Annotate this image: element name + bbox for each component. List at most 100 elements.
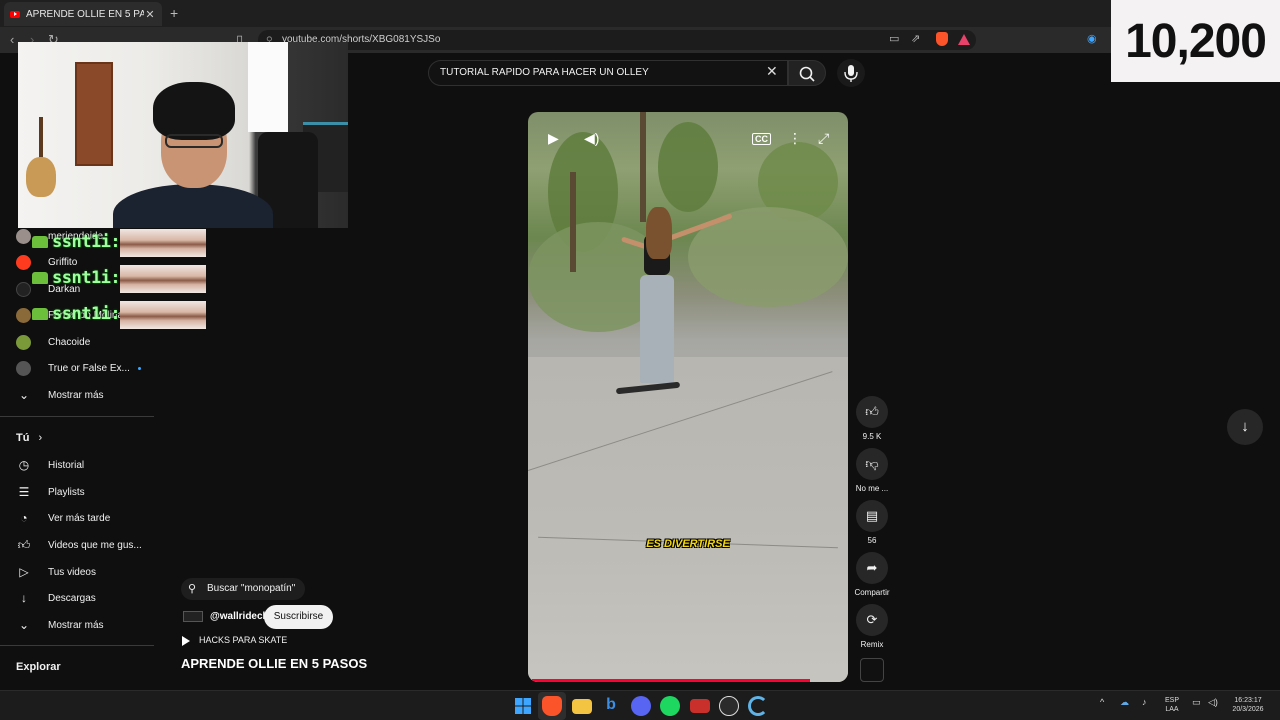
brave-rewards-icon[interactable] — [958, 34, 970, 45]
related-search-chip[interactable]: ⚲ Buscar "monopatín" — [181, 578, 306, 600]
new-tab-button[interactable]: + — [170, 5, 178, 21]
remix-label: Remix — [860, 640, 884, 649]
channel-avatar — [16, 334, 31, 350]
video-progress-bar[interactable] — [532, 679, 810, 682]
youtube-favicon-icon — [10, 10, 20, 18]
channel-avatar — [16, 281, 31, 297]
extension-icon[interactable]: ◉ — [1087, 32, 1097, 45]
play-icon[interactable]: ▶ — [548, 130, 559, 147]
short-video-player[interactable]: ▶ ◀︎) CC ⋮ ⤢ ES DIVERTIRSE — [528, 112, 848, 682]
chat-username: ssnt1i: — [52, 232, 121, 252]
next-short-button[interactable]: ↓ — [1227, 409, 1263, 445]
clear-search-icon[interactable]: ✕ — [766, 63, 778, 80]
sidebar-item-downloads[interactable]: ↓ Descargas — [0, 585, 155, 611]
share-icon: ➦ — [866, 560, 878, 575]
sidebar-item-label: Historial — [48, 459, 85, 471]
sidebar-item-your-videos[interactable]: ▷ Tus videos — [0, 559, 155, 585]
subscription-item[interactable]: Chacoide — [0, 329, 155, 355]
webcam-door — [75, 62, 113, 166]
sidebar-item-watch-later[interactable]: ◔ Ver más tarde — [0, 505, 155, 531]
sound-thumbnail[interactable] — [860, 658, 884, 682]
share-label: Compartir — [854, 588, 890, 597]
language-indicator[interactable]: ESP LAA — [1160, 696, 1184, 714]
voice-search-button[interactable] — [837, 59, 865, 87]
chat-message: ssnt1i: — [32, 300, 121, 328]
streamer — [113, 82, 273, 228]
browser-tab-active[interactable]: APRENDE OLLIE EN 5 PASOS - Y ✕ — [4, 2, 162, 26]
start-button[interactable] — [513, 696, 533, 716]
share-page-icon[interactable]: ⇗ — [911, 32, 920, 45]
you-section-heading[interactable]: Tú › — [16, 432, 42, 444]
search-button[interactable] — [788, 60, 826, 86]
tab-close-icon[interactable]: ✕ — [144, 8, 156, 21]
chat-message: ssnt1i: — [32, 228, 121, 256]
liked-videos-icon: 👍︎ — [17, 537, 31, 552]
chat-emote-image — [120, 301, 206, 329]
sidebar-item-playlists[interactable]: ☰ Playlists — [0, 479, 155, 505]
back-icon[interactable]: ‹ — [10, 32, 14, 47]
sidebar-item-history[interactable]: ◷ Historial — [0, 452, 155, 478]
new-content-dot — [137, 366, 141, 370]
speaker-icon[interactable]: ◁) — [1208, 697, 1218, 708]
chat-username: ssnt1i: — [52, 304, 121, 324]
like-button[interactable]: 👍︎ — [856, 396, 888, 428]
channel-name[interactable]: @wallridecl — [210, 611, 265, 622]
windows-logo-icon — [515, 698, 531, 714]
comments-button[interactable]: ▤ — [856, 500, 888, 532]
obs-icon[interactable] — [719, 696, 739, 716]
captions-icon[interactable]: CC — [752, 133, 771, 145]
fullscreen-icon[interactable]: ⤢ — [818, 130, 829, 147]
playlist-link[interactable]: HACKS PARA SKATE — [182, 635, 287, 646]
address-bar[interactable]: ⚲ youtube.com/shorts/XBG081YSJSo — [258, 30, 976, 50]
microphone-icon — [844, 65, 858, 82]
channel-avatar — [16, 254, 31, 270]
subscribe-button[interactable]: Suscribirse — [264, 605, 333, 629]
show-more-label: Mostrar más — [48, 619, 104, 631]
network-icon[interactable]: ▭ — [1192, 697, 1201, 708]
video-skater — [615, 207, 733, 417]
chat-emote-image — [120, 265, 206, 293]
spotify-icon[interactable] — [660, 696, 680, 716]
sidebar-item-liked-videos[interactable]: 👍︎ Videos que me gus... — [0, 532, 155, 558]
channel-avatar — [16, 360, 31, 376]
dislike-label: No me ... — [855, 484, 889, 493]
subscription-label: Chacoide — [48, 336, 91, 348]
media-app-icon[interactable] — [690, 699, 710, 713]
keyboard-layout: LAA — [1165, 706, 1179, 713]
bing-icon[interactable]: b — [601, 696, 621, 716]
subscription-item[interactable]: True or False Ex... — [0, 355, 155, 381]
show-more-subscriptions[interactable]: ⌄ Mostrar más — [0, 382, 155, 408]
video-tree-trunk — [640, 112, 646, 222]
tray-overflow-icon[interactable]: ^ — [1100, 697, 1104, 707]
onedrive-icon[interactable]: ☁ — [1120, 697, 1129, 708]
subscription-label: True or False Ex... — [48, 362, 130, 374]
channel-avatar[interactable] — [183, 611, 203, 622]
video-tree-trunk — [570, 172, 576, 272]
brave-shield-icon[interactable] — [936, 32, 948, 46]
volume-icon[interactable]: ◀︎) — [584, 130, 599, 147]
chat-username: ssnt1i: — [52, 268, 121, 288]
search-input[interactable]: TUTORIAL RAPIDO PARA HACER UN OLLEY — [428, 60, 788, 86]
watch-later-icon: ◔ — [20, 511, 28, 525]
chat-emote-image — [120, 229, 206, 257]
tray-mic-icon[interactable]: ♪ — [1142, 697, 1147, 707]
search-icon — [799, 66, 815, 82]
show-more-you[interactable]: ⌄ Mostrar más — [0, 612, 155, 638]
refresh-app-icon[interactable] — [748, 696, 768, 716]
cast-icon[interactable]: ▭ — [889, 32, 899, 45]
share-button[interactable]: ➦ — [856, 552, 888, 584]
clock[interactable]: 16:23:17 20/3/2026 — [1226, 696, 1270, 714]
more-options-icon[interactable]: ⋮ — [788, 130, 802, 147]
discord-icon[interactable] — [631, 696, 651, 716]
brave-browser-icon[interactable] — [542, 696, 562, 716]
dislike-button[interactable]: 👎︎ — [856, 448, 888, 480]
video-tree — [658, 122, 718, 212]
clock-date: 20/3/2026 — [1232, 706, 1264, 713]
remix-button[interactable]: ⟳ — [856, 604, 888, 636]
file-explorer-icon[interactable] — [572, 699, 592, 714]
sidebar-item-label: Descargas — [48, 592, 96, 604]
chat-badge-icon — [32, 272, 48, 284]
search-query: TUTORIAL RAPIDO PARA HACER UN OLLEY — [440, 67, 649, 78]
playlist-label: HACKS PARA SKATE — [199, 635, 288, 645]
comment-icon: ▤ — [865, 508, 879, 523]
